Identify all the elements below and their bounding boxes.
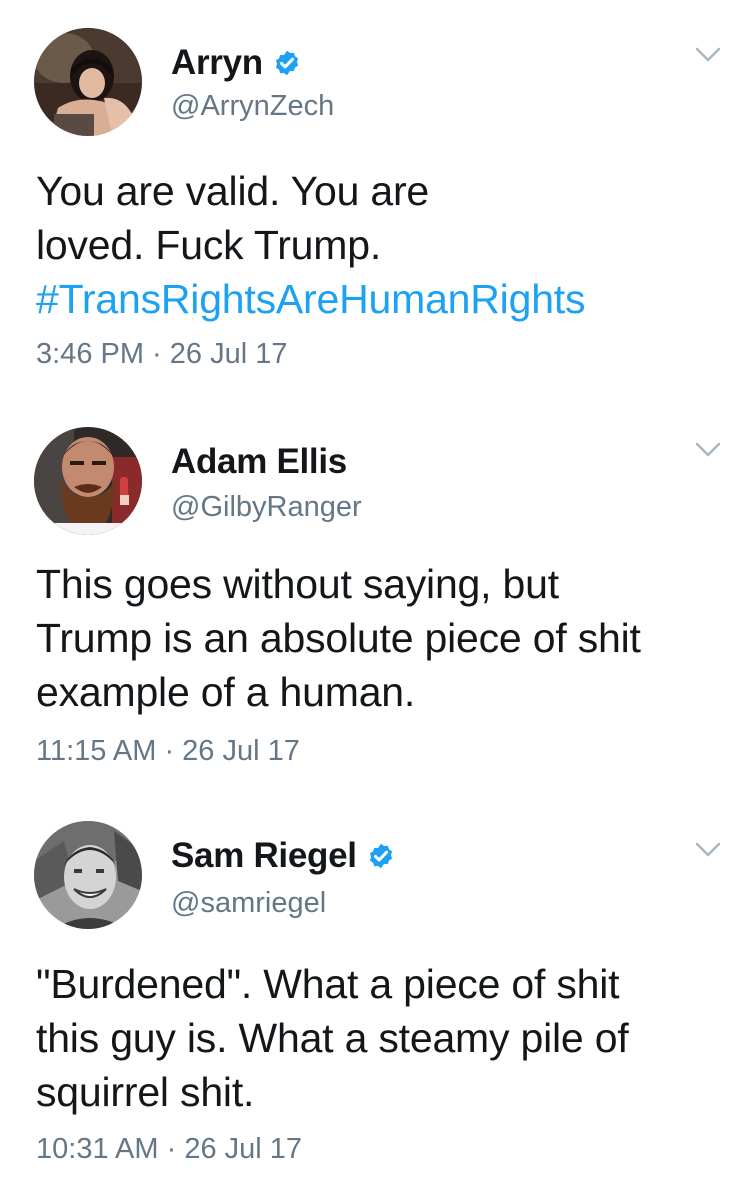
tweet-text: This goes without saying, but Trump is a…	[36, 557, 726, 719]
tweet-text-line: this guy is. What a steamy pile of	[36, 1015, 629, 1061]
tweet-date: 26 Jul 17	[169, 338, 288, 370]
user-handle[interactable]: @ArrynZech	[171, 90, 334, 123]
verified-badge-icon	[273, 49, 301, 77]
chevron-down-icon[interactable]	[694, 44, 722, 66]
avatar[interactable]	[34, 28, 142, 136]
tweet-text-line: You are valid. You are	[36, 168, 430, 214]
chevron-down-icon[interactable]	[694, 839, 722, 861]
chevron-down-icon[interactable]	[694, 439, 722, 461]
author-name-row[interactable]: Arryn	[171, 40, 301, 86]
display-name[interactable]: Sam Riegel	[171, 836, 357, 876]
tweet-date: 26 Jul 17	[184, 1133, 303, 1165]
tweet-time: 10:31 AM	[36, 1133, 159, 1165]
tweet-text-line: Trump is an absolute piece of shit	[36, 615, 641, 661]
tweet-sam-riegel[interactable]: Sam Riegel @samriegel "Burdened". What a…	[0, 795, 756, 1200]
tweet-text: "Burdened". What a piece of shit this gu…	[36, 957, 726, 1119]
author-name-row[interactable]: Adam Ellis	[171, 439, 347, 485]
tweet-text-line: squirrel shit.	[36, 1069, 255, 1115]
tweet-timestamp[interactable]: 11:15 AM · 26 Jul 17	[36, 735, 300, 768]
avatar[interactable]	[34, 821, 142, 929]
user-handle[interactable]: @samriegel	[171, 887, 326, 920]
author-name-row[interactable]: Sam Riegel	[171, 833, 395, 879]
timestamp-separator: ·	[156, 735, 183, 767]
avatar[interactable]	[34, 427, 142, 535]
tweet-time: 11:15 AM	[36, 735, 157, 767]
tweet-time: 3:46 PM	[36, 338, 144, 370]
tweet-text-line: "Burdened". What a piece of shit	[36, 961, 620, 1007]
tweet-text-line: loved. Fuck Trump.	[36, 222, 382, 268]
tweet-date: 26 Jul 17	[182, 735, 300, 767]
display-name[interactable]: Adam Ellis	[171, 442, 347, 482]
tweet-text-line: This goes without saying, but	[36, 561, 559, 607]
tweet-timestamp[interactable]: 10:31 AM · 26 Jul 17	[36, 1133, 302, 1166]
user-handle[interactable]: @GilbyRanger	[171, 491, 362, 524]
hashtag-link[interactable]: #TransRightsAreHumanRights	[36, 272, 726, 326]
timestamp-separator: ·	[144, 338, 170, 370]
tweet-text: You are valid. You are loved. Fuck Trump…	[36, 164, 726, 326]
display-name[interactable]: Arryn	[171, 43, 263, 83]
tweet-arryn[interactable]: Arryn @ArrynZech You are valid. You are …	[0, 0, 756, 395]
verified-badge-icon	[367, 842, 395, 870]
timestamp-separator: ·	[158, 1133, 185, 1165]
tweet-text-line: example of a human.	[36, 669, 416, 715]
tweet-adam-ellis[interactable]: Adam Ellis @GilbyRanger This goes withou…	[0, 395, 756, 795]
tweet-timestamp[interactable]: 3:46 PM · 26 Jul 17	[36, 338, 287, 371]
